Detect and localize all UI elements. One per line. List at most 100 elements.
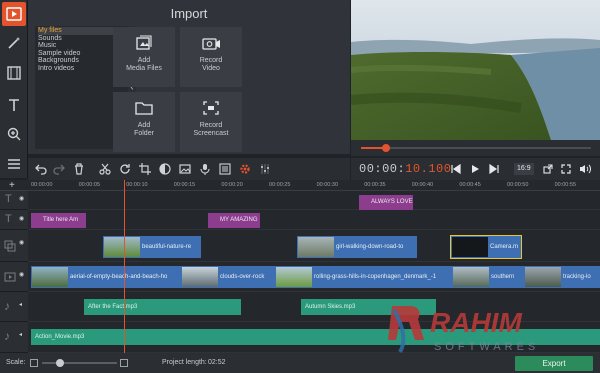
progress-handle[interactable]: [382, 144, 391, 152]
clip-thumbnail: [104, 237, 140, 257]
track-head-music: ♪: [0, 322, 28, 353]
track-head-overlay: [0, 230, 28, 262]
video-clip-tracking[interactable]: tracking-lo: [524, 266, 600, 288]
media-files-icon: [136, 35, 152, 50]
mute-toggle-icon[interactable]: ◂: [19, 301, 22, 308]
zoom-out-icon[interactable]: [30, 359, 38, 367]
detach-preview-icon[interactable]: [541, 162, 555, 176]
add-media-files-label: Add Media Files: [126, 57, 162, 72]
category-my-files[interactable]: My files: [38, 27, 125, 35]
visibility-toggle-icon[interactable]: ◉: [19, 239, 24, 246]
redo-icon[interactable]: [52, 162, 66, 176]
filmstrip-icon[interactable]: [2, 61, 26, 85]
audio-clip-label: Autumn Skies.mp3: [305, 304, 356, 310]
microphone-icon[interactable]: [198, 162, 212, 176]
skip-forward-icon[interactable]: [487, 162, 501, 176]
scale-slider[interactable]: [42, 359, 117, 367]
music-clip-action-movie[interactable]: Action_Movie.mp3: [31, 329, 600, 345]
import-panel: My files Sounds Music Sample video Backg…: [28, 26, 350, 154]
add-media-files-button[interactable]: Add Media Files: [113, 27, 175, 87]
video-clip-aerial-beach[interactable]: aerial-of-empty-beach-and-beach-ho: [31, 266, 183, 288]
clip-thumbnail: [453, 267, 489, 287]
playhead[interactable]: [124, 180, 125, 353]
video-track-icon: [4, 272, 16, 282]
ruler-tick-label: 00:00:20: [221, 182, 243, 188]
ruler-tick-label: 00:00:55: [554, 182, 577, 188]
add-folder-button[interactable]: Add Folder: [113, 92, 175, 152]
zoom-icon[interactable]: [2, 122, 26, 146]
clip-settings-icon[interactable]: [218, 162, 232, 176]
track-audio: After the Fact.mp3 Autumn Skies.mp3: [28, 292, 600, 322]
music-note-icon: ♪: [4, 299, 10, 313]
record-video-button[interactable]: Record Video: [180, 27, 242, 87]
add-track-icon[interactable]: +: [9, 180, 15, 191]
color-adjust-icon[interactable]: [158, 162, 172, 176]
title-clip-label: ALWAYS LOVE: [371, 199, 413, 205]
camera-icon: [202, 38, 220, 50]
landscape-preview-image: [351, 0, 600, 140]
mute-toggle-icon[interactable]: ◂: [19, 331, 22, 338]
category-sample-video[interactable]: Sample video: [38, 50, 125, 58]
visibility-toggle-icon[interactable]: ◉: [19, 195, 24, 202]
film-import-icon[interactable]: [2, 2, 26, 26]
play-icon[interactable]: [468, 162, 482, 176]
delete-icon[interactable]: [72, 162, 86, 176]
track-overlay: beautiful-nature-re girl-walking-down-ro…: [28, 230, 600, 262]
clip-thumbnail: [298, 237, 334, 257]
video-clip-clouds-rock[interactable]: clouds-over-rock: [181, 266, 276, 288]
video-clip-southern[interactable]: southern: [452, 266, 524, 288]
visibility-toggle-icon[interactable]: ◉: [19, 271, 24, 278]
folder-icon: [135, 102, 153, 115]
preview-progress-bar[interactable]: [351, 140, 600, 156]
title-clip-always-love[interactable]: ALWAYS LOVE: [359, 195, 413, 210]
crop-icon[interactable]: [138, 162, 152, 176]
clip-label: tracking-lo: [563, 274, 591, 280]
title-clip-my-amazing[interactable]: MY AMAZING: [208, 213, 260, 228]
title-clip-label: MY AMAZING: [220, 217, 258, 223]
rotate-icon[interactable]: [118, 162, 132, 176]
timecode: 00:00:10.100: [359, 162, 451, 176]
timeline-ruler[interactable]: + 00:00:00 00:00:05 00:00:10 00:00:15 00:00:…: [0, 180, 600, 191]
aspect-ratio-button[interactable]: 16:9: [514, 163, 534, 175]
zoom-in-icon[interactable]: [120, 359, 128, 367]
fullscreen-icon[interactable]: [559, 162, 573, 176]
volume-icon[interactable]: [578, 162, 592, 176]
timecode-prefix: 00:00:: [359, 162, 406, 176]
audio-clip-after-the-fact[interactable]: After the Fact.mp3: [84, 299, 241, 315]
skip-back-icon[interactable]: [449, 162, 463, 176]
audio-clip-label: After the Fact.mp3: [88, 304, 138, 310]
category-backgrounds[interactable]: Backgrounds: [38, 57, 125, 65]
overlay-track-icon: [4, 240, 16, 252]
magic-wand-icon[interactable]: [2, 31, 26, 55]
category-intro-videos[interactable]: Intro videos: [38, 65, 125, 73]
ruler-tick-label: 00:00:25: [269, 182, 291, 188]
visibility-toggle-icon[interactable]: ◉: [19, 215, 24, 222]
category-sounds[interactable]: Sounds: [38, 35, 125, 43]
undo-icon[interactable]: [34, 162, 48, 176]
scale-slider-handle[interactable]: [56, 359, 64, 367]
overlay-clip-nature[interactable]: beautiful-nature-re: [103, 236, 201, 258]
add-folder-label: Add Folder: [134, 122, 154, 137]
overlay-clip-camera[interactable]: Camera.m: [450, 235, 522, 259]
text-icon[interactable]: [2, 93, 26, 117]
image-icon[interactable]: [178, 162, 192, 176]
list-menu-icon[interactable]: [2, 152, 26, 176]
audio-clip-autumn-skies[interactable]: Autumn Skies.mp3: [301, 299, 436, 315]
clip-thumbnail: [276, 267, 312, 287]
clip-label: clouds-over-rock: [220, 274, 265, 280]
ruler-tick-label: 00:00:05: [78, 182, 101, 188]
cut-icon[interactable]: [98, 162, 112, 176]
title-clip-title-here[interactable]: Title here Am: [31, 213, 86, 228]
equalizer-icon[interactable]: [258, 162, 272, 176]
clip-label: rolling-grass-hills-in-copenhagen_denmar…: [314, 274, 437, 280]
clip-label: girl-walking-down-road-to: [336, 244, 404, 250]
ruler-tick-label: 00:00:45: [459, 182, 481, 188]
record-screencast-button[interactable]: Record Screencast: [180, 92, 242, 152]
export-button[interactable]: Export: [515, 356, 593, 371]
overlay-clip-girl-walking[interactable]: girl-walking-down-road-to: [297, 236, 417, 258]
clip-thumbnail: [182, 267, 218, 287]
ruler-tick-label: 00:00:30: [316, 182, 339, 188]
gear-icon[interactable]: [238, 162, 252, 176]
video-clip-rolling-hills[interactable]: rolling-grass-hills-in-copenhagen_denmar…: [275, 266, 452, 288]
category-music[interactable]: Music: [38, 42, 125, 50]
